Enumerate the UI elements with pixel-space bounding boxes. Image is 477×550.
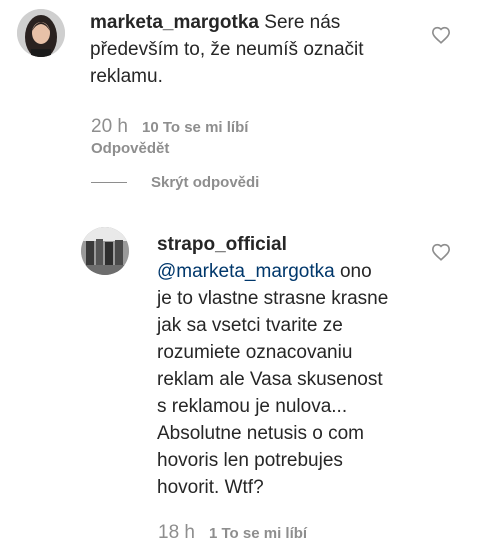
reply-body-line: hovorit. Wtf? (157, 477, 264, 498)
avatar-image (81, 227, 129, 275)
reply-body-line: hovoris len potrebujes (157, 450, 343, 471)
comment-body-line-1: Sere nás (264, 12, 341, 33)
comment-body-line-2: především to, že neumíš označit (90, 39, 364, 60)
divider-line (91, 182, 127, 183)
avatar-marketa-margotka[interactable] (17, 9, 65, 57)
reply-body-line: rozumiete oznacovaniu (157, 342, 353, 363)
reply-body-line: je to vlastne strasne krasne (157, 288, 389, 309)
hide-replies-button[interactable]: Skrýt odpovědi (91, 174, 259, 191)
comment-username[interactable]: marketa_margotka (90, 12, 259, 33)
reply-body-line: ono (339, 261, 372, 282)
heart-icon[interactable] (431, 243, 451, 261)
comment-timestamp[interactable]: 20 h (91, 116, 128, 138)
comment-body-line-3: reklamu. (90, 66, 163, 87)
reply-body-line: Absolutne netusis o com (157, 423, 365, 444)
comment-likes-count[interactable]: 10 To se mi líbí (142, 119, 248, 136)
avatar-image (17, 9, 65, 57)
comment-meta: 20 h 10 To se mi líbí (91, 116, 248, 138)
reply-text: strapo_official @marketa_margotka ono je… (157, 231, 457, 501)
avatar-strapo-official[interactable] (81, 227, 129, 275)
reply-meta: 18 h 1 To se mi líbí (158, 522, 307, 544)
reply-body-line: s reklamou je nulova... (157, 396, 348, 417)
reply-mention[interactable]: @marketa_margotka (157, 261, 335, 282)
reply-button[interactable]: Odpovědět (91, 140, 169, 157)
reply-username[interactable]: strapo_official (157, 234, 287, 255)
reply-body-line: reklam ale Vasa skusenost (157, 369, 383, 390)
reply-body-line: jak sa vsetci tvarite ze (157, 315, 343, 336)
hide-replies-label: Skrýt odpovědi (151, 174, 260, 191)
heart-icon[interactable] (431, 26, 451, 44)
reply-likes-count[interactable]: 1 To se mi líbí (209, 525, 307, 542)
reply-timestamp[interactable]: 18 h (158, 522, 195, 544)
comment-text: marketa_margotka Sere nás především to, … (90, 9, 420, 90)
